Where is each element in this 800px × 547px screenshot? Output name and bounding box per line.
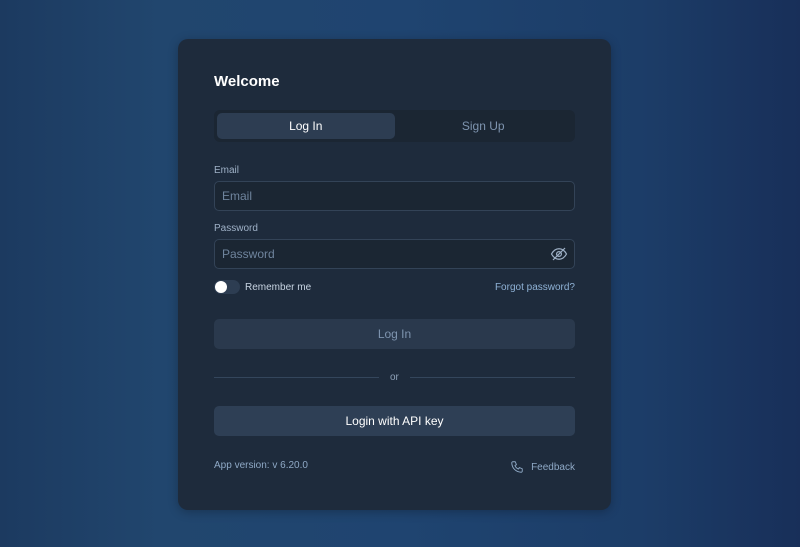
email-field[interactable] [214, 181, 575, 211]
forgot-password-link[interactable]: Forgot password? [495, 282, 575, 293]
phone-icon [511, 461, 523, 473]
tab-sign-up[interactable]: Sign Up [395, 113, 573, 139]
divider-right [410, 377, 575, 378]
tab-log-in[interactable]: Log In [217, 113, 395, 139]
app-version: App version: v 6.20.0 [214, 460, 308, 471]
divider-or-text: or [390, 372, 399, 383]
password-label: Password [214, 223, 258, 234]
feedback-link[interactable]: Feedback [510, 460, 575, 474]
email-label: Email [214, 165, 240, 176]
auth-tabs: Log In Sign Up [214, 110, 575, 142]
password-field[interactable] [214, 239, 575, 269]
api-key-login-button[interactable]: Login with API key [214, 406, 575, 436]
log-in-button[interactable]: Log In [214, 319, 575, 349]
page-title: Welcome [214, 73, 280, 90]
remember-me-toggle[interactable] [214, 280, 240, 294]
toggle-knob [215, 281, 227, 293]
login-card: Welcome Log In Sign Up Email Password Re… [178, 39, 611, 510]
remember-me-label: Remember me [245, 282, 312, 293]
eye-off-icon[interactable] [550, 245, 568, 263]
divider-left [214, 377, 379, 378]
feedback-label: Feedback [531, 461, 575, 473]
